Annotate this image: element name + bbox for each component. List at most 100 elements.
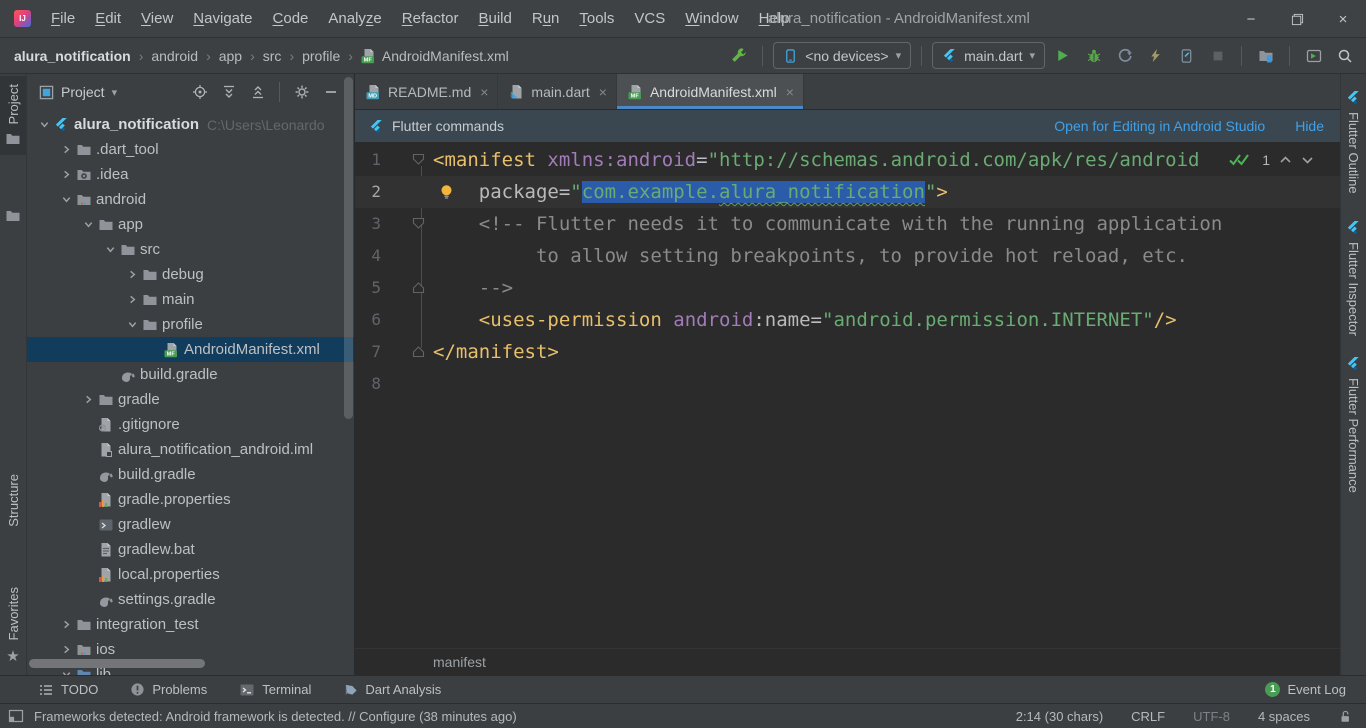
lock-icon[interactable] [1338,709,1352,724]
settings-button[interactable] [288,79,315,106]
tree-item-app[interactable]: app [27,212,354,237]
restore-button[interactable] [1274,0,1320,38]
code-line-4[interactable]: 4 to allow setting breakpoints, to provi… [355,240,1340,272]
breadcrumb-item[interactable]: MFAndroidManifest.xml [361,48,509,64]
close-icon[interactable]: × [786,84,794,100]
tool-stripe-icon[interactable] [0,208,26,224]
device-selector[interactable]: <no devices> ▾ [773,42,911,69]
tab-androidmanifest-xml[interactable]: MFAndroidManifest.xml× [617,74,804,109]
code-editor[interactable]: 1 1<manifest xmlns:android="http://schem… [355,142,1340,648]
menu-edit[interactable]: Edit [85,0,131,37]
tree-item-settings-gradle[interactable]: settings.gradle [27,587,354,612]
stop-button[interactable] [1204,42,1231,69]
chevron-open-icon[interactable] [35,112,54,137]
expand-all-button[interactable] [215,79,242,106]
toolwindow-button-dart-analysis[interactable]: Dart Analysis [343,682,441,697]
tree-item-build-gradle[interactable]: build.gradle [27,462,354,487]
menu-build[interactable]: Build [468,0,521,37]
hide-notification-link[interactable]: Hide [1295,118,1324,134]
chevron-open-icon[interactable] [79,212,98,237]
chevron-open-icon[interactable] [57,187,76,212]
chevron-closed-icon[interactable] [57,612,76,637]
tree-item-main[interactable]: main [27,287,354,312]
tree-item--dart-tool[interactable]: .dart_tool [27,137,354,162]
menu-tools[interactable]: Tools [569,0,624,37]
sidebar-tab-flutter-inspector[interactable]: Flutter Inspector [1341,220,1366,336]
hot-reload-button[interactable] [1142,42,1169,69]
fold-close-icon[interactable] [412,345,425,358]
chevron-closed-icon[interactable] [79,387,98,412]
chevron-closed-icon[interactable] [123,262,142,287]
close-icon[interactable]: × [480,84,488,100]
debug-button[interactable] [1080,42,1107,69]
intention-bulb-icon[interactable] [439,184,454,200]
caret-position[interactable]: 2:14 (30 chars) [1016,709,1103,724]
menu-vcs[interactable]: VCS [624,0,675,37]
toolwindow-button-todo[interactable]: TODO [38,682,98,698]
toolwindow-button-problems[interactable]: Problems [130,682,207,697]
indent-setting[interactable]: 4 spaces [1258,709,1310,724]
menu-analyze[interactable]: Analyze [318,0,391,37]
tree-item-androidmanifest-xml[interactable]: MFAndroidManifest.xml [27,337,354,362]
chevron-open-icon[interactable] [123,312,142,337]
search-everywhere-button[interactable] [1331,42,1358,69]
breadcrumb-item[interactable]: src [263,48,282,64]
chevron-closed-icon[interactable] [57,162,76,187]
code-line-3[interactable]: 3 <!-- Flutter needs it to communicate w… [355,208,1340,240]
menu-window[interactable]: Window [675,0,748,37]
breadcrumb-item[interactable]: profile [302,48,340,64]
device-file-explorer-button[interactable] [1252,42,1279,69]
profile-button[interactable] [1111,42,1138,69]
code-line-6[interactable]: 6 <uses-permission android:name="android… [355,304,1340,336]
tree-item-build-gradle[interactable]: build.gradle [27,362,354,387]
tree-item-gradlew[interactable]: gradlew [27,512,354,537]
tab-readme-md[interactable]: MDREADME.md× [355,74,498,109]
menu-run[interactable]: Run [522,0,570,37]
close-icon[interactable]: × [599,84,607,100]
tree-item-alura-notification-android-iml[interactable]: alura_notification_android.iml [27,437,354,462]
tree-item-android[interactable]: android [27,187,354,212]
tree-item--idea[interactable]: .idea [27,162,354,187]
tree-item-local-properties[interactable]: local.properties [27,562,354,587]
tree-item-gradlew-bat[interactable]: gradlew.bat [27,537,354,562]
menu-code[interactable]: Code [263,0,319,37]
code-line-2[interactable]: 2 package="com.example.alura_notificatio… [355,176,1340,208]
run-config-selector[interactable]: main.dart ▾ [932,42,1045,69]
tree-item-debug[interactable]: debug [27,262,354,287]
breadcrumb-item[interactable]: alura_notification [14,48,131,64]
collapse-all-button[interactable] [244,79,271,106]
event-log-button[interactable]: 1Event Log [1265,682,1346,697]
menu-file[interactable]: File [41,0,85,37]
flutter-attach-button[interactable] [1173,42,1200,69]
tree-item--gitignore[interactable]: .gitignore [27,412,354,437]
breadcrumb-item[interactable]: app [219,48,242,64]
sidebar-tab-structure[interactable]: Structure [0,474,26,534]
tree-item-profile[interactable]: profile [27,312,354,337]
hide-panel-button[interactable] [317,79,344,106]
sidebar-tab-project[interactable]: Project [0,76,26,155]
code-line-5[interactable]: 5 --> [355,272,1340,304]
fold-open-icon[interactable] [412,217,425,230]
menu-view[interactable]: View [131,0,183,37]
fold-close-icon[interactable] [412,281,425,294]
code-line-7[interactable]: 7</manifest> [355,336,1340,368]
menu-navigate[interactable]: Navigate [183,0,262,37]
code-line-8[interactable]: 8 [355,368,1340,400]
sidebar-tab-flutter-outline[interactable]: Flutter Outline [1341,90,1366,194]
tree-item-src[interactable]: src [27,237,354,262]
tree-item-alura-notification[interactable]: alura_notificationC:\Users\Leonardo [27,112,354,137]
breadcrumb-item[interactable]: android [151,48,198,64]
chevron-closed-icon[interactable] [123,287,142,312]
line-ending[interactable]: CRLF [1131,709,1165,724]
run-button[interactable] [1049,42,1076,69]
sidebar-tab-favorites[interactable]: Favorites ★ [0,587,26,665]
tab-main-dart[interactable]: main.dart× [498,74,617,109]
fold-open-icon[interactable] [412,153,425,166]
chevron-closed-icon[interactable] [57,137,76,162]
open-in-android-studio-link[interactable]: Open for Editing in Android Studio [1054,118,1265,134]
chevron-open-icon[interactable] [101,237,120,262]
menu-refactor[interactable]: Refactor [392,0,469,37]
tree-item-gradle-properties[interactable]: gradle.properties [27,487,354,512]
locate-file-button[interactable] [186,79,213,106]
minimize-button[interactable]: − [1228,0,1274,38]
